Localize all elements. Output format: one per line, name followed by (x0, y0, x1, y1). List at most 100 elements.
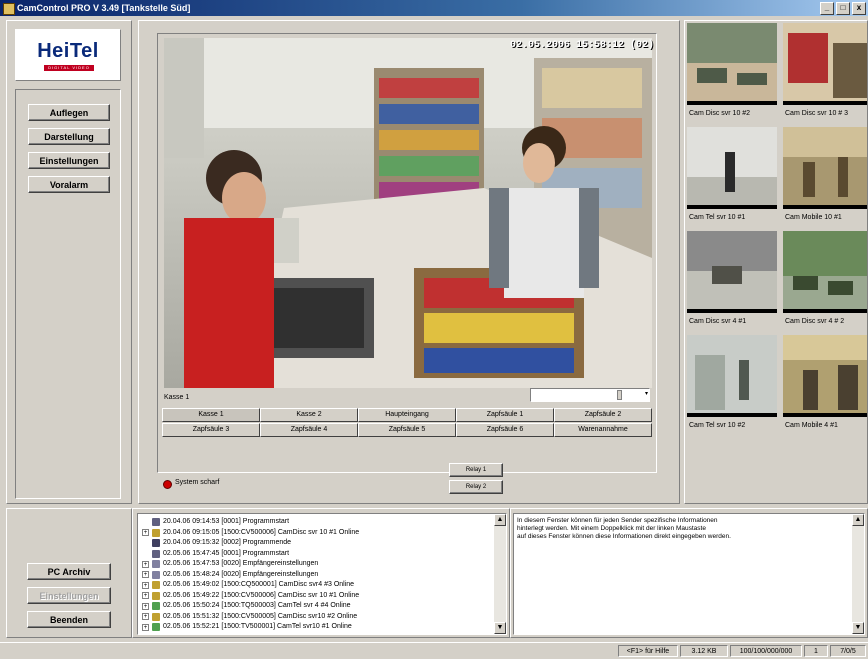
expand-icon[interactable]: + (142, 581, 149, 589)
thumbnail-image (783, 127, 867, 209)
event-type-icon (152, 549, 160, 558)
thumbnail-cam-tel-svr10-1[interactable]: Cam Tel svr 10 #1 (687, 127, 777, 227)
status-help: <F1> für Hilfe (618, 645, 678, 657)
event-type-icon (152, 591, 160, 600)
cam-button-zapfsaeule-2[interactable]: Zapfsäule 2 (554, 408, 652, 422)
expand-icon[interactable]: + (142, 623, 149, 631)
thumbnail-label: Cam Mobile 4 #1 (785, 422, 838, 429)
scroll-down-icon[interactable]: ▼ (852, 622, 864, 634)
pc-archiv-button[interactable]: PC Archiv (27, 563, 111, 580)
close-button[interactable]: x (852, 2, 866, 15)
bottom-left-panel: PC Archiv Einstellungen Beenden (6, 508, 132, 638)
expand-icon[interactable]: + (142, 529, 149, 536)
info-line-2: hinterlegt werden. Mit einem Doppelklick… (517, 525, 706, 532)
thumbnail-label: Cam Tel svr 10 #1 (689, 214, 746, 221)
einstellungen-disabled-button[interactable]: Einstellungen (27, 587, 111, 604)
maximize-button[interactable]: □ (836, 2, 850, 15)
status-size: 3.12 KB (680, 645, 728, 657)
log-entry[interactable]: 02.05.06 15:47:45 [0001] Programmstart (142, 549, 289, 559)
expand-icon[interactable]: + (142, 613, 149, 620)
thumbnail-cam-disc-svr10-2[interactable]: Cam Disc svr 10 #2 (687, 23, 777, 123)
relay-1-button[interactable]: Relay 1 (449, 463, 503, 477)
channel-label: Kasse 1 (164, 394, 190, 401)
slider-thumb[interactable] (617, 390, 622, 400)
logo-tagline: DIGITAL VIDEO (44, 65, 94, 71)
log-entry-text: 02.05.06 15:48:24 [0020] Empfängereinste… (163, 570, 319, 578)
expand-icon[interactable]: + (142, 602, 149, 610)
thumbnail-cam-mobile-10-1[interactable]: Cam Mobile 10 #1 (783, 127, 867, 227)
thumbnail-label: Cam Disc svr 10 # 3 (785, 110, 849, 117)
log-entry[interactable]: +02.05.06 15:47:53 [0020] Empfängereinst… (142, 559, 318, 569)
status-bar: <F1> für Hilfe 3.12 KB 100/100/000/000 1… (0, 642, 868, 659)
log-entry[interactable]: +02.05.06 15:49:22 [1500:CV500006] CamDi… (142, 591, 359, 601)
main-panel: 02.05.2006 15:58:12 (02) Kasse 1 ▾ Kasse… (138, 20, 680, 504)
log-entry[interactable]: +20.04.06 09:15:05 [1500:CV500006] CamDi… (142, 528, 359, 538)
auflegen-button[interactable]: Auflegen (28, 104, 110, 121)
cam-button-kasse-1[interactable]: Kasse 1 (162, 408, 260, 422)
scroll-down-icon[interactable]: ▼ (494, 622, 506, 634)
thumbnail-cam-disc-svr4-2[interactable]: Cam Disc svr 4 # 2 (783, 231, 867, 331)
cam-button-kasse-2[interactable]: Kasse 2 (260, 408, 358, 422)
left-sidebar: HeiTel DIGITAL VIDEO Auflegen Darstellun… (6, 20, 132, 504)
log-entry-text: 20.04.06 09:14:53 [0001] Programmstart (163, 518, 290, 525)
expand-icon[interactable]: + (142, 592, 149, 599)
scroll-up-icon[interactable]: ▲ (494, 514, 506, 526)
logo-brand: HeiTel (37, 40, 99, 62)
relay-2-button[interactable]: Relay 2 (449, 480, 503, 494)
thumbnail-image (687, 335, 777, 417)
video-frame: 02.05.2006 15:58:12 (02) Kasse 1 ▾ Kasse… (157, 33, 657, 473)
expand-icon[interactable]: + (142, 571, 149, 578)
info-scrollbar[interactable]: ▲ ▼ (852, 514, 864, 634)
thumbnail-cam-disc-svr10-3[interactable]: Cam Disc svr 10 # 3 (783, 23, 867, 123)
info-panel: In diesem Fenster können für jeden Sende… (510, 508, 868, 638)
thumbnail-cam-tel-svr10-2[interactable]: Cam Tel svr 10 #2 (687, 335, 777, 435)
voralarm-button[interactable]: Voralarm (28, 176, 110, 193)
video-timestamp: 02.05.2006 15:58:12 (02) (510, 40, 655, 51)
cam-button-zapfsaeule-6[interactable]: Zapfsäule 6 (456, 423, 554, 437)
cam-button-haupteingang[interactable]: Haupteingang (358, 408, 456, 422)
expand-icon[interactable]: + (142, 560, 149, 568)
brightness-slider[interactable]: ▾ (530, 388, 650, 402)
thumbnail-cam-mobile-4-1[interactable]: Cam Mobile 4 #1 (783, 335, 867, 435)
cam-button-warenannahme[interactable]: Warenannahme (554, 423, 652, 437)
cam-button-zapfsaeule-4[interactable]: Zapfsäule 4 (260, 423, 358, 437)
event-type-icon (152, 570, 160, 579)
thumbnail-image (783, 335, 867, 417)
event-type-icon (152, 539, 160, 547)
einstellungen-button[interactable]: Einstellungen (28, 152, 110, 169)
cam-button-zapfsaeule-5[interactable]: Zapfsäule 5 (358, 423, 456, 437)
thumbnail-cam-disc-svr4-1[interactable]: Cam Disc svr 4 #1 (687, 231, 777, 331)
log-entry[interactable]: +02.05.06 15:50:24 [1500:TQ500003] CamTe… (142, 601, 351, 611)
scroll-up-icon[interactable]: ▲ (852, 514, 864, 526)
thumbnail-image (687, 231, 777, 313)
log-entry[interactable]: +02.05.06 15:49:02 [1500:CQ500001] CamDi… (142, 580, 354, 590)
camera-button-grid: Kasse 1 Kasse 2 Haupteingang Zapfsäule 1… (162, 408, 652, 438)
thumbnail-image (783, 23, 867, 105)
beenden-button[interactable]: Beenden (27, 611, 111, 628)
log-entry[interactable]: 20.04.06 09:14:53 [0001] Programmstart (142, 517, 289, 527)
info-text-box[interactable]: In diesem Fenster können für jeden Sende… (513, 513, 865, 635)
log-entry-text: 20.04.06 09:15:05 [1500:CV500006] CamDis… (163, 528, 360, 536)
event-type-icon (152, 560, 160, 568)
log-entry[interactable]: +02.05.06 15:48:24 [0020] Empfängereinst… (142, 570, 318, 580)
log-entry-text: 02.05.06 15:49:02 [1500:CQ500001] CamDis… (163, 581, 355, 588)
minimize-button[interactable]: _ (820, 2, 834, 15)
log-entry[interactable]: 20.04.06 09:15:32 [0002] Programmende (142, 538, 291, 548)
window-title: CamControl PRO V 3.49 [Tankstelle Süd] (17, 3, 191, 13)
log-entry[interactable]: +02.05.06 15:52:21 [1500:TV500001] CamTe… (142, 622, 352, 632)
log-entry[interactable]: +02.05.06 15:51:32 [1500:CV500005] CamDi… (142, 612, 357, 622)
darstellung-button[interactable]: Darstellung (28, 128, 110, 145)
cam-button-zapfsaeule-3[interactable]: Zapfsäule 3 (162, 423, 260, 437)
event-log-list[interactable]: 20.04.06 09:14:53 [0001] Programmstart +2… (137, 513, 507, 635)
logo-box: HeiTel DIGITAL VIDEO (15, 29, 121, 81)
log-entry-text: 02.05.06 15:49:22 [1500:CV500006] CamDis… (163, 591, 360, 599)
event-type-icon (152, 528, 160, 537)
status-rate: 100/100/000/000 (730, 645, 802, 657)
event-type-icon (152, 612, 160, 621)
log-entry-text: 02.05.06 15:51:32 [1500:CV500005] CamDis… (163, 612, 358, 620)
thumbnail-image (783, 231, 867, 313)
log-scrollbar[interactable]: ▲ ▼ (494, 514, 506, 634)
thumbnail-panel: Cam Disc svr 10 #2 Cam Disc svr 10 # 3 C… (684, 20, 868, 504)
cam-button-zapfsaeule-1[interactable]: Zapfsäule 1 (456, 408, 554, 422)
live-video-view[interactable] (164, 38, 652, 388)
